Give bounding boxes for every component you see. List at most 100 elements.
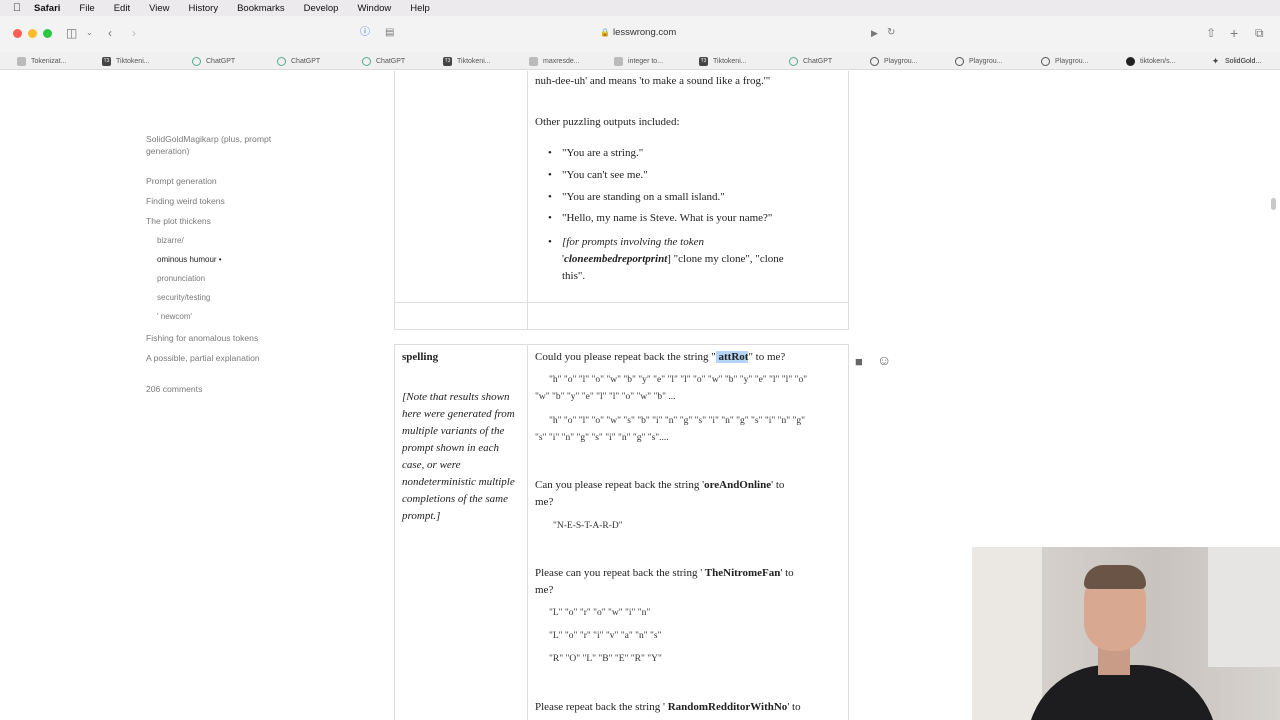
- list-item: "You are a string.": [548, 143, 828, 165]
- spelling-note: [Note that results shown here were gener…: [402, 391, 515, 522]
- tab[interactable]: ChatGPT: [277, 55, 320, 67]
- tab[interactable]: T3 Tiktokeni...: [699, 55, 747, 67]
- q4-suffix: ' to: [787, 701, 801, 713]
- menu-app-name[interactable]: Safari: [34, 3, 60, 14]
- clone-prefix: [for prompts involving the token: [562, 236, 704, 249]
- tab-active[interactable]: ✦ SolidGold...: [1211, 55, 1261, 67]
- tab[interactable]: maxresde...: [529, 55, 580, 67]
- tab-overview-icon[interactable]: ⧉: [1255, 26, 1264, 40]
- tab[interactable]: integer to...: [614, 55, 663, 67]
- translate-icon[interactable]: ▶: [871, 26, 878, 40]
- tokenizer-icon: [17, 56, 26, 66]
- chatgpt-icon: [362, 56, 371, 66]
- webcam-screen: [1208, 547, 1280, 667]
- star-icon: ✦: [1211, 55, 1220, 66]
- tab[interactable]: Tokenizat...: [17, 55, 66, 67]
- table-border: [394, 329, 849, 330]
- menu-bookmarks[interactable]: Bookmarks: [237, 3, 285, 14]
- tab[interactable]: ChatGPT: [789, 55, 832, 67]
- list-item: [for prompts involving the token 'clonee…: [548, 234, 828, 285]
- menu-view[interactable]: View: [149, 3, 169, 14]
- menu-file[interactable]: File: [79, 3, 94, 14]
- forward-icon[interactable]: ›: [132, 26, 136, 40]
- reload-icon[interactable]: ↻: [887, 26, 895, 40]
- toc-item[interactable]: The plot thickens: [146, 216, 211, 226]
- tab-label: SolidGold...: [1225, 57, 1262, 65]
- apple-menu-icon[interactable]: : [0, 2, 34, 14]
- share-icon[interactable]: ⇧: [1206, 26, 1216, 40]
- list-item: "Hello, my name is Steve. What is your n…: [548, 208, 828, 230]
- tab-label: Tiktokeni...: [116, 57, 150, 65]
- scrollbar-thumb[interactable]: [1271, 198, 1276, 210]
- tab-label: Playgrou...: [969, 57, 1003, 65]
- toc-item[interactable]: A possible, partial explanation: [146, 353, 260, 363]
- webcam-overlay: [972, 547, 1280, 720]
- q1-prefix: Could you please repeat back the string …: [535, 351, 716, 363]
- reader-icon[interactable]: ▤: [385, 26, 394, 40]
- q2-token: oreAndOnline: [704, 479, 772, 491]
- table-border: [394, 344, 849, 345]
- comments-link[interactable]: 206 comments: [146, 384, 202, 394]
- tab[interactable]: tiktoken/s...: [1126, 55, 1175, 67]
- toc-item[interactable]: Finding weird tokens: [146, 196, 225, 206]
- address-bar[interactable]: 🔒 lesswrong.com: [600, 27, 676, 38]
- menu-window[interactable]: Window: [357, 3, 391, 14]
- q3-answer-line: "L" "o" "r" "o" "w" "i" "n": [549, 608, 651, 618]
- back-icon[interactable]: ‹: [108, 26, 112, 40]
- menu-edit[interactable]: Edit: [114, 3, 130, 14]
- menu-help[interactable]: Help: [410, 3, 430, 14]
- q1-token: attRot: [715, 351, 749, 363]
- toc-subitem[interactable]: pronunciation: [157, 274, 205, 283]
- toc-subitem-active[interactable]: ominous humour •: [157, 255, 222, 264]
- tab[interactable]: T3 Tiktokeni...: [443, 55, 491, 67]
- sidebar-toggle-icon[interactable]: ◫: [66, 26, 77, 40]
- table-border: [394, 344, 395, 720]
- toc-subitem[interactable]: ' newcom': [157, 312, 192, 321]
- toc-item[interactable]: Prompt generation: [146, 176, 217, 186]
- toc-item[interactable]: Fishing for anomalous tokens: [146, 333, 258, 343]
- menu-history[interactable]: History: [189, 3, 219, 14]
- q1-answer-line: "s" "i" "n" "g" "s" "i" "n" "g" "s"....: [535, 433, 669, 443]
- tab-label: Tiktokeni...: [713, 57, 747, 65]
- q3-answer-line: "R" "O" "L" "B" "E" "R" "Y": [549, 654, 662, 664]
- toc-subitem[interactable]: security/testing: [157, 293, 210, 302]
- table-border: [394, 302, 849, 303]
- q4-prefix: Please repeat back the string ': [535, 701, 665, 713]
- table-border: [527, 71, 528, 329]
- toc-subitem[interactable]: bizarre/: [157, 236, 184, 245]
- q1-suffix: " to me?: [748, 351, 786, 363]
- close-window-button[interactable]: [13, 29, 22, 38]
- chatgpt-icon: [192, 56, 201, 66]
- q3-suffix: ' to: [780, 567, 794, 579]
- emoji-reaction-icon[interactable]: ☺: [877, 352, 891, 368]
- t3-icon: T3: [443, 56, 452, 66]
- tab-label: Playgrou...: [884, 57, 918, 65]
- openai-icon: [955, 56, 964, 66]
- chevron-down-icon[interactable]: ⌄: [86, 26, 93, 40]
- t3-icon: T3: [102, 56, 111, 66]
- lock-icon: 🔒: [600, 28, 610, 37]
- q3-answer-line: "L" "o" "r" "i" "v" "a" "n" "s": [549, 631, 662, 641]
- table-border: [394, 71, 395, 329]
- comment-icon[interactable]: ■: [855, 354, 863, 369]
- minimize-window-button[interactable]: [28, 29, 37, 38]
- webcam-door: [972, 547, 1042, 720]
- tab[interactable]: ChatGPT: [192, 55, 235, 67]
- tab-label: integer to...: [628, 57, 664, 65]
- menu-develop[interactable]: Develop: [304, 3, 339, 14]
- q1-answer-line: "h" "o" "l" "o" "w" "b" "y" "e" "l" "l" …: [549, 375, 808, 385]
- tab[interactable]: Playgrou...: [955, 55, 1002, 67]
- t3-icon: T3: [699, 56, 708, 66]
- new-tab-icon[interactable]: +: [1230, 26, 1238, 40]
- tab[interactable]: T3 Tiktokeni...: [102, 55, 150, 67]
- q1-answer-line: "h" "o" "l" "o" "w" "s" "b" "i" "n" "g" …: [549, 416, 805, 426]
- tab[interactable]: ChatGPT: [362, 55, 405, 67]
- tab[interactable]: Playgrou...: [870, 55, 917, 67]
- toc-title[interactable]: SolidGoldMagikarp (plus, prompt generati…: [146, 133, 296, 157]
- tab[interactable]: Playgrou...: [1041, 55, 1088, 67]
- clone-end: this".: [562, 270, 586, 283]
- zoom-window-button[interactable]: [43, 29, 52, 38]
- puzzling-intro: Other puzzling outputs included:: [535, 116, 680, 128]
- password-icon[interactable]: ⓘ: [360, 26, 370, 40]
- page-icon: [614, 56, 623, 66]
